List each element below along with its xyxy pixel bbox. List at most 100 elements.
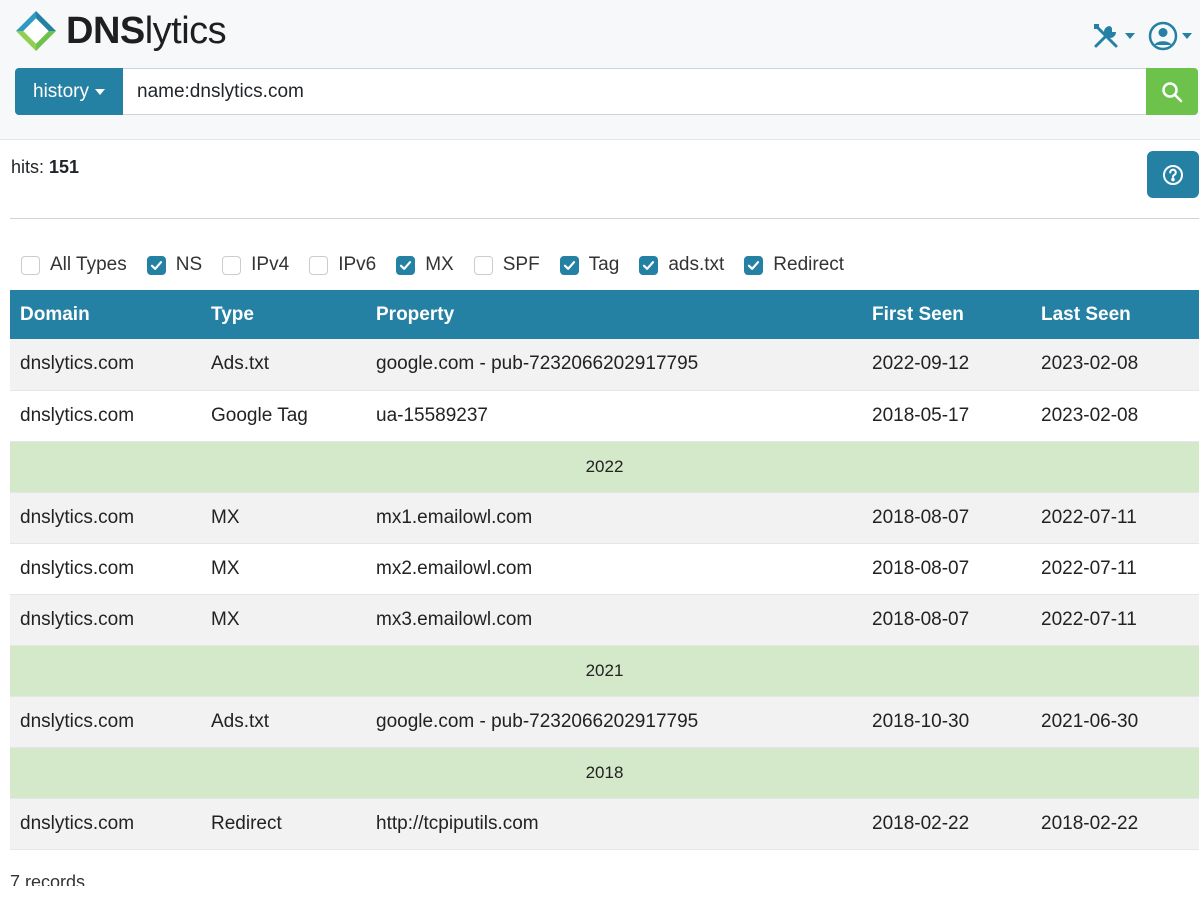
checkbox[interactable] [744,255,764,275]
cell-type: MX [211,506,240,528]
cell-property: mx1.emailowl.com [376,506,533,528]
column-header-last-seen[interactable]: Last Seen [1031,290,1199,339]
cell-type: Google Tag [211,404,308,426]
cell-first: 2018-08-07 [872,506,970,528]
filter-ns[interactable]: NS [146,254,203,276]
checkmark-icon [400,260,412,270]
filter-spf[interactable]: SPF [473,254,540,276]
filter-label: ads.txt [668,254,725,275]
filter-label: All Types [50,254,127,275]
search-button[interactable] [1146,68,1198,115]
year-group-row: 2022 [10,441,1199,492]
history-dropdown-button[interactable]: history [15,68,123,115]
table-row[interactable]: dnslytics.com MX mx1.emailowl.com 2018-08-0… [10,492,1199,543]
cell-last: 2022-07-11 [1041,608,1137,630]
filter-ipv6[interactable]: IPv6 [309,254,376,276]
results-table: Domain Type Property First Seen Last See… [10,290,1199,850]
help-button[interactable] [1147,151,1199,198]
checkmark-icon [643,260,655,270]
search-input[interactable] [123,68,1146,115]
filter-label: Redirect [773,254,845,275]
cell-domain: dnslytics.com [20,353,135,375]
cell-domain: dnslytics.com [20,506,135,528]
column-header-type[interactable]: Type [201,290,366,339]
table-row[interactable]: dnslytics.com Ads.txt google.com - pub-723… [10,696,1199,747]
checkbox[interactable] [559,255,579,275]
cell-first: 2018-10-30 [872,710,970,732]
cell-last: 2018-02-22 [1041,812,1139,834]
checkmark-icon [563,260,575,270]
filter-tag[interactable]: Tag [559,254,620,276]
filter-label: IPv6 [338,254,377,275]
cell-domain: dnslytics.com [20,710,135,732]
top-bar: DNSlytics history [0,0,1200,140]
filter-all-types[interactable]: All Types [21,254,127,276]
tools-icon [1094,24,1118,48]
cell-type: Redirect [211,812,282,834]
cell-type: MX [211,608,240,630]
year-label: 2021 [585,660,624,680]
type-filters: All Types NS IPv4 IPv6 MX SPF Tag ads.txt Redire… [21,253,864,277]
year-label: 2018 [585,762,624,782]
filter-mx[interactable]: MX [396,254,454,276]
user-menu-button[interactable] [1147,20,1192,52]
table-header: Domain Type Property First Seen Last See… [10,290,1199,339]
checkbox[interactable] [396,255,416,275]
cell-last: 2021-06-30 [1041,710,1139,732]
cell-last: 2022-07-11 [1041,506,1137,528]
cell-type: Ads.txt [211,353,270,375]
checkbox[interactable] [309,255,329,275]
table-row[interactable]: dnslytics.com Ads.txt google.com - pub-723… [10,339,1199,390]
column-header-domain[interactable]: Domain [10,290,201,339]
cell-property: ua-15589237 [376,404,488,426]
cell-first: 2018-05-17 [872,404,970,426]
filter-label: SPF [502,254,540,275]
chevron-down-icon [1125,33,1135,39]
chevron-down-icon [94,88,105,95]
cell-first: 2018-08-07 [872,608,970,630]
cell-domain: dnslytics.com [20,812,135,834]
filter-redirect[interactable]: Redirect [744,254,844,276]
search-bar: history [15,68,1198,115]
logo[interactable]: DNSlytics [14,9,227,53]
cell-domain: dnslytics.com [20,557,135,579]
checkbox[interactable] [639,255,659,275]
table-row[interactable]: dnslytics.com Google Tag ua-15589237 2018-0… [10,390,1199,441]
checkbox[interactable] [473,255,493,275]
cell-domain: dnslytics.com [20,608,135,630]
cell-property: mx2.emailowl.com [376,557,533,579]
records-count: 7 records [10,872,86,886]
filter-ipv4[interactable]: IPv4 [222,254,289,276]
table-row[interactable]: dnslytics.com MX mx3.emailowl.com 2018-08-0… [10,594,1199,645]
filter-label: MX [425,254,454,275]
cell-property: google.com - pub-7232066202917795 [376,353,699,375]
column-header-property[interactable]: Property [366,290,862,339]
divider [10,218,1199,219]
cell-first: 2018-02-22 [872,812,970,834]
cell-last: 2023-02-08 [1041,353,1139,375]
chevron-down-icon [1182,33,1192,39]
cell-type: Ads.txt [211,710,270,732]
cell-domain: dnslytics.com [20,404,135,426]
cell-first: 2018-08-07 [872,557,970,579]
checkbox[interactable] [222,255,242,275]
column-header-first-seen[interactable]: First Seen [862,290,1031,339]
cell-property: google.com - pub-7232066202917795 [376,710,699,732]
table-row[interactable]: dnslytics.com MX mx2.emailowl.com 2018-08-0… [10,543,1199,594]
logo-icon [16,11,56,51]
cell-last: 2023-02-08 [1041,404,1139,426]
year-label: 2022 [585,456,624,476]
user-icon [1148,21,1178,51]
tools-menu-button[interactable] [1090,20,1135,52]
checkbox[interactable] [146,255,166,275]
filter-label: Tag [588,254,620,275]
checkbox[interactable] [21,255,40,275]
table-row[interactable]: dnslytics.com Redirect http://tcpiputils.c… [10,798,1199,849]
filter-ads-txt[interactable]: ads.txt [639,254,724,276]
checkmark-icon [748,260,760,270]
filter-label: IPv4 [251,254,290,275]
year-group-row: 2018 [10,747,1199,798]
cell-property: mx3.emailowl.com [376,608,533,630]
filter-label: NS [175,254,203,275]
year-group-row: 2021 [10,645,1199,696]
